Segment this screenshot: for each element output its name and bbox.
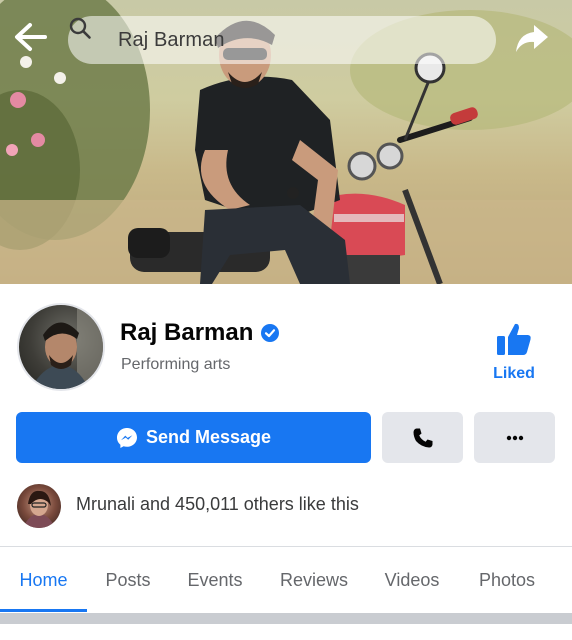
- tab-photos[interactable]: Photos: [468, 547, 546, 613]
- search-icon: [69, 17, 108, 52]
- liked-label: Liked: [493, 365, 535, 382]
- more-options-button[interactable]: [474, 412, 555, 463]
- tab-reviews[interactable]: Reviews: [270, 547, 358, 613]
- likes-text: Mrunali and 450,011 others like this: [76, 494, 359, 514]
- tab-videos[interactable]: Videos: [374, 547, 450, 613]
- call-button[interactable]: [382, 412, 463, 463]
- more-dots-icon: [506, 435, 524, 441]
- tab-home[interactable]: Home: [0, 547, 87, 613]
- send-message-label: Send Message: [145, 427, 272, 447]
- page-category: Performing arts: [121, 356, 231, 373]
- phone-icon: [412, 427, 434, 449]
- send-message-button[interactable]: Send Message: [16, 412, 371, 463]
- section-separator: [0, 613, 572, 640]
- tab-posts[interactable]: Posts: [92, 547, 164, 613]
- profile-avatar[interactable]: [17, 303, 105, 391]
- tab-events[interactable]: Events: [176, 547, 254, 613]
- action-buttons: Send Message: [0, 412, 572, 464]
- page-tabs: Home Posts Events Reviews Videos Photos: [0, 547, 572, 613]
- friend-avatar: [17, 484, 61, 528]
- search-query-text: Raj Barman: [118, 28, 225, 51]
- friend-avatar-illustration: [23, 490, 55, 528]
- search-bar[interactable]: Raj Barman: [68, 16, 496, 64]
- page-name: Raj Barman: [120, 319, 254, 346]
- verified-badge-icon: [261, 324, 280, 342]
- avatar-illustration: [31, 305, 103, 389]
- cover-photo[interactable]: Raj Barman: [0, 0, 572, 284]
- section-separator-gap: [0, 624, 572, 640]
- messenger-icon: [116, 427, 138, 449]
- thumbs-up-icon: [496, 321, 532, 357]
- liked-button[interactable]: Liked: [486, 321, 542, 385]
- back-button[interactable]: [14, 22, 52, 60]
- share-button[interactable]: [514, 22, 554, 60]
- likes-summary[interactable]: Mrunali and 450,011 others like this: [0, 480, 572, 530]
- active-tab-indicator: [0, 609, 87, 612]
- profile-header: Raj Barman Performing arts Liked: [0, 284, 572, 408]
- top-bar: Raj Barman: [0, 0, 572, 80]
- page-name-line: Raj Barman: [120, 319, 280, 347]
